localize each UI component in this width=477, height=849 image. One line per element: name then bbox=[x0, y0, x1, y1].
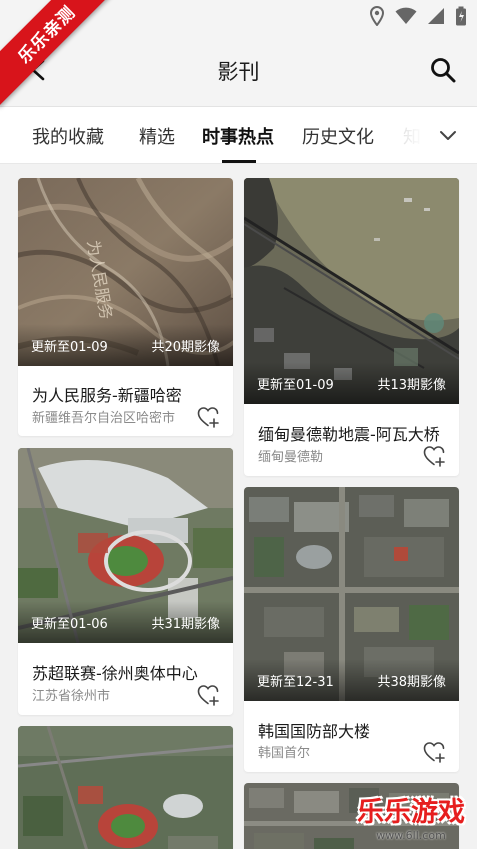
card-title: 韩国国防部大楼 bbox=[258, 722, 371, 741]
signal-icon bbox=[428, 8, 444, 24]
image-count: 共31期影像 bbox=[151, 617, 220, 632]
location-icon bbox=[369, 6, 385, 26]
card-location: 韩国首尔 bbox=[258, 746, 311, 761]
feed-card[interactable] bbox=[18, 726, 233, 849]
card-thumbnail bbox=[18, 726, 233, 849]
tab-current-events[interactable]: 时事热点 bbox=[202, 123, 274, 149]
watermark-url: www.6ll.com bbox=[376, 829, 446, 842]
status-icons bbox=[369, 6, 467, 26]
card-title: 为人民服务-新疆哈密 bbox=[32, 386, 182, 405]
update-date: 更新至01-09 bbox=[257, 378, 334, 393]
card-location: 江苏省徐州市 bbox=[32, 689, 111, 704]
card-thumbnail: 更新至01-06 共31期影像 bbox=[18, 448, 233, 643]
feed-card[interactable]: 为人民服务 更新至01-09 共20期影像 为人民服务-新疆哈密 新疆维吾尔自治… bbox=[18, 178, 233, 436]
feed-card[interactable]: 更新至12-31 共38期影像 韩国国防部大楼 韩国首尔 bbox=[244, 487, 459, 772]
card-title: 缅甸曼德勒地震-阿瓦大桥 bbox=[258, 425, 440, 444]
page-title: 影刊 bbox=[217, 60, 260, 84]
feed-card[interactable]: 更新至01-06 共31期影像 苏超联赛-徐州奥体中心 江苏省徐州市 bbox=[18, 448, 233, 715]
image-count: 共20期影像 bbox=[151, 340, 220, 355]
tabs-fade bbox=[380, 107, 435, 163]
active-tab-indicator bbox=[222, 160, 256, 163]
image-count: 共38期影像 bbox=[377, 675, 446, 690]
add-favorite-icon[interactable] bbox=[423, 741, 447, 763]
search-icon bbox=[431, 58, 456, 83]
card-location: 新疆维吾尔自治区哈密市 bbox=[32, 411, 176, 426]
card-thumbnail: 更新至12-31 共38期影像 bbox=[244, 487, 459, 701]
card-location: 缅甸曼德勒 bbox=[258, 450, 324, 465]
update-date: 更新至01-09 bbox=[31, 340, 108, 355]
tab-my-favorites[interactable]: 我的收藏 bbox=[32, 123, 104, 149]
watermark-text: 乐乐游戏 bbox=[357, 797, 465, 828]
tab-history-culture[interactable]: 历史文化 bbox=[302, 123, 374, 149]
category-tabs: 我的收藏 精选 时事热点 历史文化 知 bbox=[0, 106, 477, 164]
update-date: 更新至12-31 bbox=[257, 675, 334, 690]
card-title: 苏超联赛-徐州奥体中心 bbox=[32, 664, 198, 683]
image-count: 共13期影像 bbox=[377, 378, 446, 393]
search-button[interactable] bbox=[425, 52, 461, 88]
app-bar: 影刊 bbox=[0, 34, 477, 106]
tab-featured[interactable]: 精选 bbox=[139, 123, 175, 149]
chevron-down-icon bbox=[440, 131, 456, 140]
tabs-more-button[interactable] bbox=[433, 121, 463, 151]
card-thumbnail: 更新至01-09 共13期影像 bbox=[244, 178, 459, 404]
image-feed: 为人民服务 更新至01-09 共20期影像 为人民服务-新疆哈密 新疆维吾尔自治… bbox=[0, 165, 477, 849]
card-thumbnail: 为人民服务 更新至01-09 共20期影像 bbox=[18, 178, 233, 366]
add-favorite-icon[interactable] bbox=[197, 684, 221, 706]
update-date: 更新至01-06 bbox=[31, 617, 108, 632]
feed-card[interactable]: 更新至01-09 共13期影像 缅甸曼德勒地震-阿瓦大桥 缅甸曼德勒 bbox=[244, 178, 459, 476]
wifi-icon bbox=[395, 7, 417, 24]
add-favorite-icon[interactable] bbox=[423, 445, 447, 467]
add-favorite-icon[interactable] bbox=[197, 406, 221, 428]
site-watermark: 乐乐游戏 www.6ll.com bbox=[351, 797, 471, 845]
battery-icon bbox=[456, 6, 466, 26]
